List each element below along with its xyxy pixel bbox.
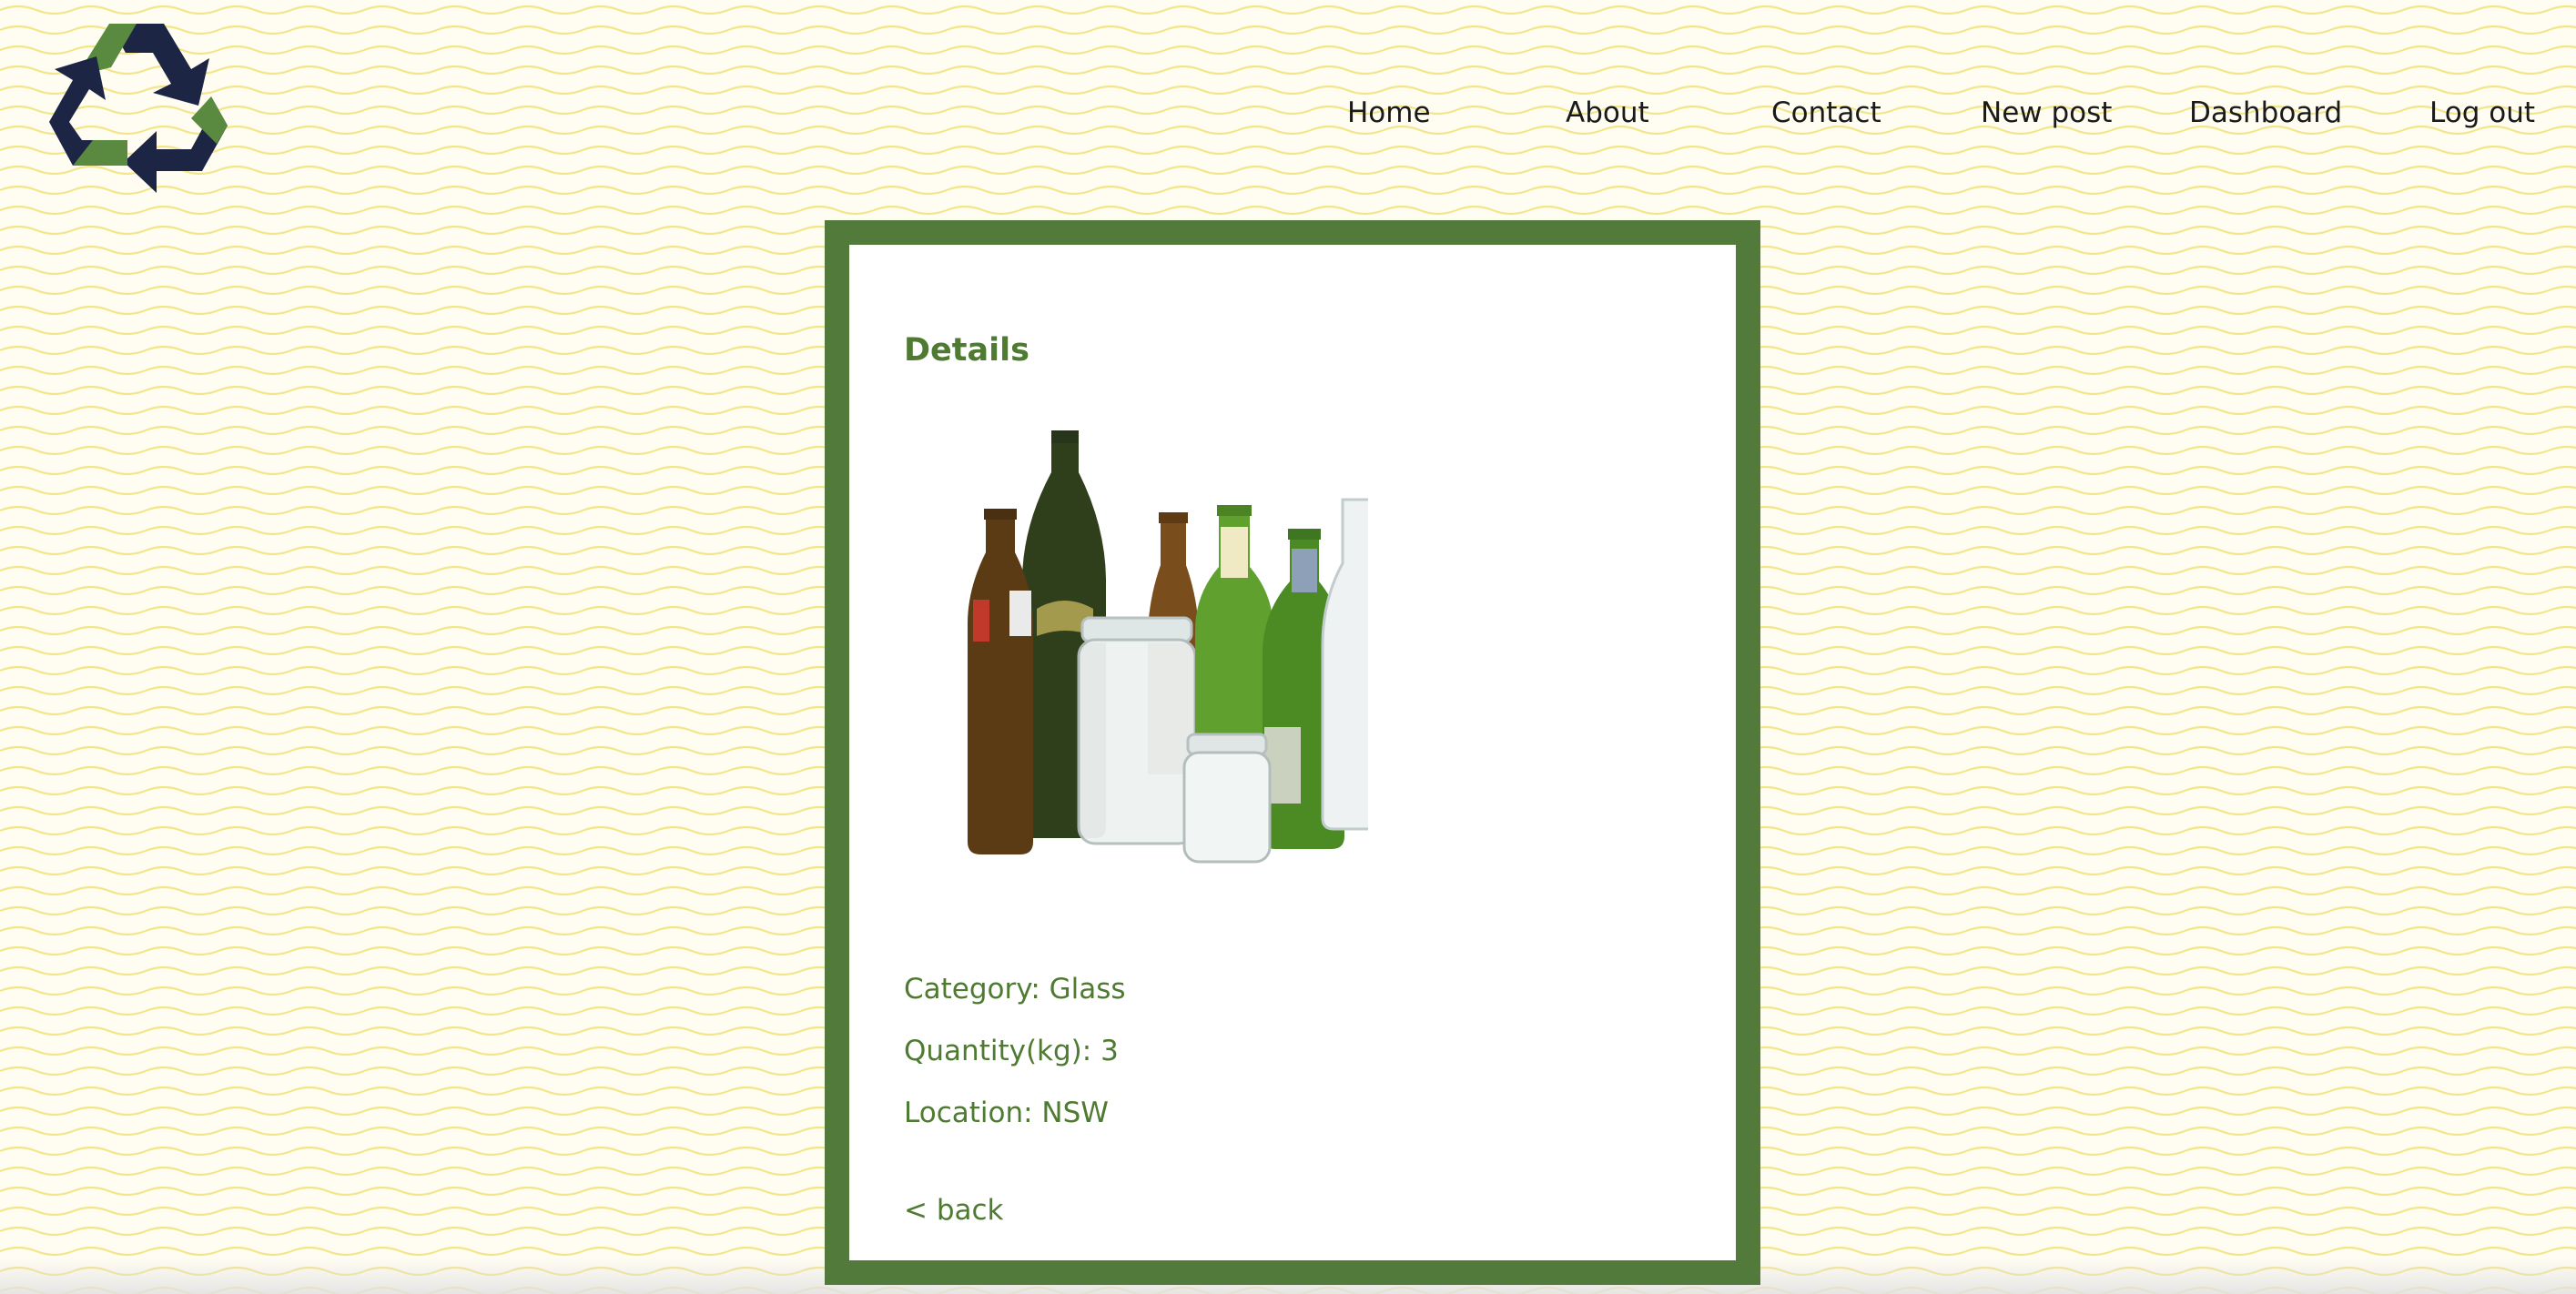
category-text: Category: Glass bbox=[904, 973, 1126, 1006]
nav-new-post[interactable]: New post bbox=[1981, 87, 2112, 138]
nav-about[interactable]: About bbox=[1566, 87, 1649, 138]
main-nav: Home About Contact New post Dashboard Lo… bbox=[0, 87, 2576, 138]
quantity-text: Quantity(kg): 3 bbox=[904, 1035, 1119, 1067]
nav-contact[interactable]: Contact bbox=[1771, 87, 1881, 138]
details-card: Details Category: Glass Quantity(kg): 3 … bbox=[825, 220, 1760, 1285]
nav-home[interactable]: Home bbox=[1347, 87, 1431, 138]
nav-log-out[interactable]: Log out bbox=[2429, 87, 2535, 138]
back-link[interactable]: < back bbox=[904, 1194, 1004, 1227]
location-text: Location: NSW bbox=[904, 1097, 1109, 1129]
nav-dashboard[interactable]: Dashboard bbox=[2189, 87, 2342, 138]
details-title: Details bbox=[904, 332, 1029, 369]
glass-bottles-image bbox=[949, 418, 1392, 873]
